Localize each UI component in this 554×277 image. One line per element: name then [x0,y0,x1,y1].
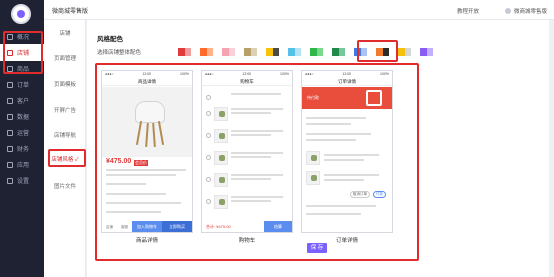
subnav-item-store-nav[interactable]: 店铺导航 [44,130,86,142]
subnav-item-store[interactable]: 店铺 [44,28,86,40]
preview-product-detail: ●●●○ 12:00 100% 商品详情 ¥475.00 会员价 店铺 客服 加… [101,70,193,233]
color-swatch[interactable] [222,48,235,56]
order-item-thumbnail [306,151,320,165]
color-swatch[interactable] [244,48,257,56]
save-button[interactable]: 保 存 [307,243,327,253]
top-bar: 微商城零售版 教程开放 微商城零售版 [44,0,554,20]
data-icon [7,113,13,120]
app-title: 微商城零售版 [52,9,89,15]
cart-item-thumbnail [214,151,228,165]
cart-item-thumbnail [214,129,228,143]
sidebar-item-settings[interactable]: 设置 [0,172,44,189]
order-status-banner: 待付款 [302,87,392,109]
cart-item [206,193,290,211]
cart-item-thumbnail [214,195,228,209]
customers-icon [7,97,13,104]
preview-caption-cart: 购物车 [238,238,256,244]
shop-icon[interactable]: 店铺 [106,225,113,230]
product-action-bar: 店铺 客服 加入购物车 立即购买 [102,221,192,232]
checkout-button[interactable]: 结算 [264,221,292,232]
service-icon[interactable]: 客服 [121,225,128,230]
app-root: 概况 店铺 商品 订单 客户 数据 运营 财务 应用 设置 微商城零售版 教程开… [0,0,554,277]
avatar [505,8,511,14]
order-status-text: 待付款 [307,95,319,100]
subnav-item-splash-ad[interactable]: 开屏广告 [44,105,86,117]
settings-icon [7,177,13,184]
cart-checkbox[interactable] [206,111,211,116]
cart-item [206,171,290,189]
cart-checkout-bar: 合计: ¥475.00 结算 [202,221,292,232]
preview-cart: ●●●○ 12:00 100% 购物车 合计: ¥475.00 结算 [201,70,293,233]
sidebar-item-finance[interactable]: 财务 [0,140,44,157]
style-content: 风格配色 选择店铺整体配色 ●●●○ 12:00 100% 商品详情 ¥475.00… [87,20,549,277]
cart-checkbox[interactable] [206,199,211,204]
color-swatch[interactable] [200,48,213,56]
subnav-highlight-box [48,149,86,167]
cancel-order-button[interactable]: 取消订单 [350,191,370,198]
sidebar-item-apps[interactable]: 应用 [0,156,44,173]
orders-icon [7,81,13,88]
color-swatch[interactable] [332,48,345,56]
phone-header: 购物车 [202,77,292,86]
buy-now-button[interactable]: 立即购买 [162,221,192,232]
preview-caption-product: 商品详情 [135,238,158,244]
cart-item [206,105,290,123]
sidebar-item-customers[interactable]: 客户 [0,92,44,109]
marketing-icon [7,129,13,136]
price-tag: 会员价 [134,160,148,166]
cart-item-thumbnail [214,173,228,187]
cart-checkbox[interactable] [206,155,211,160]
sidebar-item-data[interactable]: 数据 [0,108,44,125]
add-to-cart-button[interactable]: 加入购物车 [132,221,162,232]
subnav-item-page-management[interactable]: 页面管理 [44,53,86,65]
cart-item-thumbnail [214,107,228,121]
product-image [102,87,192,157]
pay-button[interactable]: 付款 [373,191,386,198]
cart-item [206,149,290,167]
order-status-icon [366,90,382,106]
cart-checkbox[interactable] [206,177,211,182]
cart-checkbox[interactable] [206,95,211,100]
cart-item [206,127,290,145]
finance-icon [7,145,13,152]
color-swatch[interactable] [420,48,433,56]
color-swatch[interactable] [178,48,191,56]
sidebar-highlight-box [3,31,43,74]
order-actions: 取消订单 付款 [350,191,386,198]
help-link[interactable]: 教程开放 [457,7,479,15]
selected-swatch-highlight [357,40,398,62]
section-title: 风格配色 [97,36,123,43]
color-swatch[interactable] [310,48,323,56]
phone-header: 订单详情 [302,77,392,86]
cart-total: 合计: ¥475.00 [206,224,231,229]
phone-header: 商品详情 [102,77,192,86]
apps-icon [7,161,13,168]
sidebar-item-marketing[interactable]: 运营 [0,124,44,141]
store-logo [11,4,31,24]
sidebar-item-orders[interactable]: 订单 [0,76,44,93]
subnav-item-page-templates[interactable]: 页面模板 [44,79,86,91]
subnav-item-image-files[interactable]: 图片文件 [44,181,86,193]
cart-checkbox[interactable] [206,133,211,138]
color-swatch[interactable] [266,48,279,56]
preview-order-detail: ●●●○ 12:00 100% 订单详情 待付款 取消订单 付款 [301,70,393,233]
product-price: ¥475.00 [106,158,132,165]
user-menu[interactable]: 微商城零售版 [505,7,547,15]
order-item-thumbnail [306,171,320,185]
color-label: 选择店铺整体配色 [97,50,142,56]
color-swatch[interactable] [398,48,411,56]
color-swatch[interactable] [288,48,301,56]
